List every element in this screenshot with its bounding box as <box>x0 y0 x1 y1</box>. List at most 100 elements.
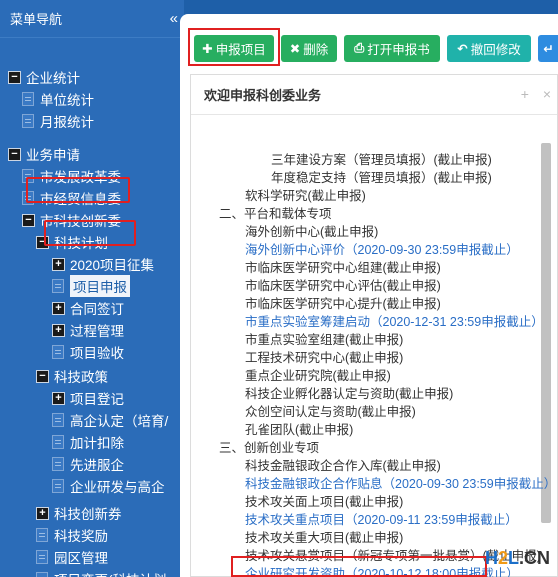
sidebar-item[interactable]: 月报统计 <box>22 110 94 132</box>
sidebar-item-label: 业务申请 <box>26 148 80 163</box>
sidebar-item-label: 2020项目征集 <box>70 258 155 273</box>
sidebar-item-label: 项目验收 <box>70 346 124 361</box>
sidebar-item[interactable]: 单位统计 <box>22 88 94 110</box>
expand-icon[interactable]: + <box>36 506 49 520</box>
sidebar-item[interactable]: +2020项目征集 <box>52 253 154 275</box>
sidebar-item[interactable]: 先进服企 <box>52 453 124 475</box>
sidebar-title: 菜单导航 <box>10 12 63 27</box>
sidebar: 菜单导航 « − 企业统计 单位统计 月报统计 − 业务申请 市发展改革委 市经贸信息委 − 市科… <box>0 0 184 577</box>
sidebar-item[interactable]: 项目验收 <box>52 341 124 363</box>
collapse-icon[interactable]: − <box>8 147 21 161</box>
open-application-button[interactable]: ⎙ 打开申报书 <box>344 35 440 62</box>
business-item: 孔雀团队(截止申报) <box>245 423 354 437</box>
sidebar-item[interactable]: 项目变更(科技计划 <box>36 568 167 577</box>
expand-icon[interactable]: + <box>52 301 65 315</box>
document-icon <box>52 457 64 471</box>
sidebar-item[interactable]: − 企业统计 <box>8 66 80 88</box>
toolbar: ✚ 申报项目 ✖ 删除 ⎙ 打开申报书 ↶ 撤回修改 ↵ <box>180 14 558 66</box>
sidebar-item-label: 科技政策 <box>54 370 108 385</box>
business-item: 三年建设方案（管理员填报）(截止申报) <box>271 153 492 167</box>
business-item: 技术攻关重大项目(截止申报) <box>245 531 404 545</box>
sidebar-item-label: 高企认定（培育/ <box>70 414 169 429</box>
sidebar-item[interactable]: 加计扣除 <box>52 431 124 453</box>
sidebar-item[interactable]: 市发展改革委 <box>22 165 121 187</box>
collapse-icon[interactable]: − <box>22 213 35 227</box>
sidebar-item[interactable]: 市经贸信息委 <box>22 187 121 209</box>
sidebar-item[interactable]: − 业务申请 <box>8 143 80 165</box>
sidebar-item-label: 企业研发与高企 <box>70 480 165 495</box>
document-icon <box>52 345 64 359</box>
sidebar-item-label: 先进服企 <box>70 458 124 473</box>
sidebar-item[interactable]: 园区管理 <box>36 546 108 568</box>
expand-icon[interactable]: + <box>52 391 65 405</box>
business-item: 科技企业孵化器认定与资助(截止申报) <box>245 387 454 401</box>
sidebar-item-label: 过程管理 <box>70 324 124 339</box>
collapse-icon[interactable]: − <box>36 235 49 249</box>
document-icon <box>52 479 64 493</box>
panel-title: 欢迎申报科创委业务 <box>191 75 557 115</box>
welcome-panel: 欢迎申报科创委业务 + × 三年建设方案（管理员填报）(截止申报) 年度稳定支持（… <box>190 74 558 577</box>
expand-icon[interactable]: + <box>521 86 529 102</box>
business-link[interactable]: 技术攻关重点项目（2020-09-11 23:59申报截止） <box>245 511 518 529</box>
print-icon: ⎙ <box>354 41 365 55</box>
sidebar-item-label: 加计扣除 <box>70 436 124 451</box>
delete-button[interactable]: ✖ 删除 <box>281 35 337 62</box>
sidebar-item[interactable]: 高企认定（培育/ <box>52 409 168 431</box>
sidebar-item[interactable]: + 合同签订 <box>52 297 124 319</box>
business-link[interactable]: 海外创新中心评价（2020-09-30 23:59申报截止） <box>245 241 519 259</box>
document-icon <box>22 92 34 106</box>
business-link[interactable]: 市重点实验室筹建启动（2020-12-31 23:59申报截止） <box>245 313 544 331</box>
sidebar-item[interactable]: − 科技计划 <box>36 231 108 253</box>
sidebar-item-label: 科技奖励 <box>54 529 108 544</box>
document-icon <box>36 550 48 564</box>
document-icon <box>22 191 34 205</box>
expand-icon[interactable]: + <box>52 257 65 271</box>
business-item: 市临床医学研究中心组建(截止申报) <box>245 261 441 275</box>
business-item: 二、平台和载体专项 <box>219 207 332 221</box>
more-button[interactable]: ↵ <box>538 35 558 62</box>
sidebar-item-label: 单位统计 <box>40 93 94 108</box>
sidebar-item[interactable]: 项目申报 <box>52 275 130 297</box>
sidebar-item-label: 项目申报 <box>70 275 130 297</box>
document-icon <box>36 572 48 577</box>
sidebar-item[interactable]: − 科技政策 <box>36 365 108 387</box>
sidebar-item[interactable]: + 科技创新券 <box>36 502 122 524</box>
document-icon <box>22 169 34 183</box>
sidebar-item-label: 项目变更(科技计划 <box>54 569 167 577</box>
business-item: 工程技术研究中心(截止申报) <box>245 351 404 365</box>
business-item: 市临床医学研究中心评估(截止申报) <box>245 279 441 293</box>
sidebar-item[interactable]: 科技奖励 <box>36 524 108 546</box>
business-link[interactable]: 科技金融银政企合作贴息（2020-09-30 23:59申报截止） <box>245 475 556 493</box>
business-item: 三、创新创业专项 <box>219 441 320 455</box>
document-icon <box>22 114 34 128</box>
panel-tools: + × <box>511 86 551 102</box>
collapse-icon[interactable]: − <box>8 70 21 84</box>
business-item: 市临床医学研究中心提升(截止申报) <box>245 297 441 311</box>
sidebar-item[interactable]: + 过程管理 <box>52 319 124 341</box>
sidebar-item[interactable]: + 项目登记 <box>52 387 124 409</box>
sidebar-item-label: 企业统计 <box>26 71 80 86</box>
close-icon: ✖ <box>289 42 301 56</box>
expand-icon[interactable]: + <box>52 323 65 337</box>
document-icon <box>52 413 64 427</box>
collapse-icon[interactable]: « <box>170 10 178 27</box>
collapse-icon[interactable]: − <box>36 369 49 383</box>
highlight-last-item <box>231 556 487 577</box>
document-icon <box>52 435 64 449</box>
business-item: 年度稳定支持（管理员填报）(截止申报) <box>271 171 492 185</box>
business-item: 科技金融银政企合作入库(截止申报) <box>245 459 441 473</box>
sidebar-item[interactable]: 企业研发与高企 <box>52 475 165 497</box>
sidebar-item[interactable]: − 市科技创新委 <box>22 209 121 231</box>
highlight-add-button <box>188 28 280 66</box>
sidebar-item-label: 市经贸信息委 <box>40 192 121 207</box>
document-icon <box>36 528 48 542</box>
business-item: 市重点实验室组建(截止申报) <box>245 333 404 347</box>
sidebar-header: 菜单导航 « <box>0 0 184 38</box>
sidebar-item-label: 合同签订 <box>70 302 124 317</box>
close-panel-icon[interactable]: × <box>543 86 551 102</box>
scrollbar-thumb[interactable] <box>541 143 551 523</box>
revoke-edit-button[interactable]: ↶ 撤回修改 <box>447 35 531 62</box>
more-icon: ↵ <box>543 42 554 56</box>
sidebar-item-label: 市发展改革委 <box>40 170 121 185</box>
watermark-logo: H2L.CN <box>484 548 550 568</box>
